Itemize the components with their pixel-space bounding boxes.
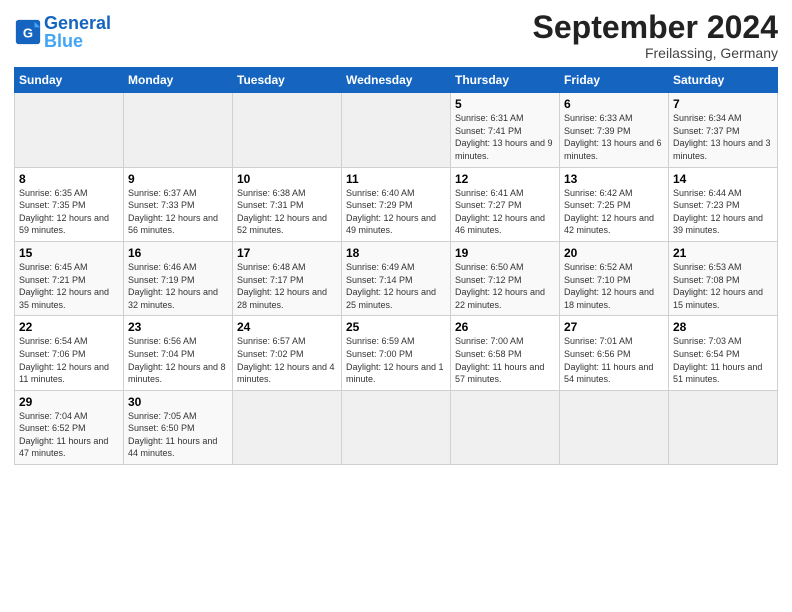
calendar-day-cell: [233, 93, 342, 167]
calendar-week-row: 15Sunrise: 6:45 AMSunset: 7:21 PMDayligh…: [15, 241, 778, 315]
calendar-day-cell: 8Sunrise: 6:35 AMSunset: 7:35 PMDaylight…: [15, 167, 124, 241]
calendar-day-cell: 24Sunrise: 6:57 AMSunset: 7:02 PMDayligh…: [233, 316, 342, 390]
header-monday: Monday: [124, 68, 233, 93]
calendar-day-cell: 7Sunrise: 6:34 AMSunset: 7:37 PMDaylight…: [669, 93, 778, 167]
calendar-table: Sunday Monday Tuesday Wednesday Thursday…: [14, 67, 778, 465]
calendar-day-cell: 22Sunrise: 6:54 AMSunset: 7:06 PMDayligh…: [15, 316, 124, 390]
calendar-day-cell: 9Sunrise: 6:37 AMSunset: 7:33 PMDaylight…: [124, 167, 233, 241]
svg-text:G: G: [23, 26, 33, 41]
logo-icon: G: [14, 18, 42, 46]
calendar-day-cell: 21Sunrise: 6:53 AMSunset: 7:08 PMDayligh…: [669, 241, 778, 315]
calendar-day-cell: 13Sunrise: 6:42 AMSunset: 7:25 PMDayligh…: [560, 167, 669, 241]
header-wednesday: Wednesday: [342, 68, 451, 93]
calendar-day-cell: [669, 390, 778, 464]
calendar-day-cell: 16Sunrise: 6:46 AMSunset: 7:19 PMDayligh…: [124, 241, 233, 315]
calendar-day-cell: [15, 93, 124, 167]
header-tuesday: Tuesday: [233, 68, 342, 93]
calendar-day-cell: [560, 390, 669, 464]
calendar-day-cell: 19Sunrise: 6:50 AMSunset: 7:12 PMDayligh…: [451, 241, 560, 315]
logo: G GeneralBlue: [14, 14, 111, 50]
calendar-day-cell: [124, 93, 233, 167]
calendar-day-cell: 25Sunrise: 6:59 AMSunset: 7:00 PMDayligh…: [342, 316, 451, 390]
calendar-week-row: 29Sunrise: 7:04 AMSunset: 6:52 PMDayligh…: [15, 390, 778, 464]
calendar-day-cell: 30Sunrise: 7:05 AMSunset: 6:50 PMDayligh…: [124, 390, 233, 464]
header-thursday: Thursday: [451, 68, 560, 93]
calendar-day-cell: [233, 390, 342, 464]
calendar-day-cell: 15Sunrise: 6:45 AMSunset: 7:21 PMDayligh…: [15, 241, 124, 315]
calendar-day-cell: 29Sunrise: 7:04 AMSunset: 6:52 PMDayligh…: [15, 390, 124, 464]
calendar-day-cell: 28Sunrise: 7:03 AMSunset: 6:54 PMDayligh…: [669, 316, 778, 390]
calendar-day-cell: [342, 390, 451, 464]
header: G GeneralBlue September 2024 Freilassing…: [14, 10, 778, 61]
calendar-day-cell: [342, 93, 451, 167]
calendar-day-cell: 14Sunrise: 6:44 AMSunset: 7:23 PMDayligh…: [669, 167, 778, 241]
location-text: Freilassing, Germany: [533, 45, 778, 61]
calendar-day-cell: 5Sunrise: 6:31 AMSunset: 7:41 PMDaylight…: [451, 93, 560, 167]
calendar-day-cell: 27Sunrise: 7:01 AMSunset: 6:56 PMDayligh…: [560, 316, 669, 390]
calendar-week-row: 22Sunrise: 6:54 AMSunset: 7:06 PMDayligh…: [15, 316, 778, 390]
header-friday: Friday: [560, 68, 669, 93]
weekday-header-row: Sunday Monday Tuesday Wednesday Thursday…: [15, 68, 778, 93]
calendar-day-cell: 20Sunrise: 6:52 AMSunset: 7:10 PMDayligh…: [560, 241, 669, 315]
calendar-day-cell: 6Sunrise: 6:33 AMSunset: 7:39 PMDaylight…: [560, 93, 669, 167]
calendar-container: G GeneralBlue September 2024 Freilassing…: [0, 0, 792, 475]
calendar-day-cell: 26Sunrise: 7:00 AMSunset: 6:58 PMDayligh…: [451, 316, 560, 390]
calendar-day-cell: 12Sunrise: 6:41 AMSunset: 7:27 PMDayligh…: [451, 167, 560, 241]
calendar-body: 5Sunrise: 6:31 AMSunset: 7:41 PMDaylight…: [15, 93, 778, 465]
logo-text: GeneralBlue: [44, 14, 111, 50]
header-sunday: Sunday: [15, 68, 124, 93]
calendar-day-cell: 18Sunrise: 6:49 AMSunset: 7:14 PMDayligh…: [342, 241, 451, 315]
calendar-day-cell: 17Sunrise: 6:48 AMSunset: 7:17 PMDayligh…: [233, 241, 342, 315]
calendar-day-cell: [451, 390, 560, 464]
calendar-week-row: 5Sunrise: 6:31 AMSunset: 7:41 PMDaylight…: [15, 93, 778, 167]
calendar-day-cell: 23Sunrise: 6:56 AMSunset: 7:04 PMDayligh…: [124, 316, 233, 390]
calendar-day-cell: 10Sunrise: 6:38 AMSunset: 7:31 PMDayligh…: [233, 167, 342, 241]
header-saturday: Saturday: [669, 68, 778, 93]
month-year-title: September 2024: [533, 10, 778, 45]
calendar-day-cell: 11Sunrise: 6:40 AMSunset: 7:29 PMDayligh…: [342, 167, 451, 241]
title-block: September 2024 Freilassing, Germany: [533, 10, 778, 61]
calendar-week-row: 8Sunrise: 6:35 AMSunset: 7:35 PMDaylight…: [15, 167, 778, 241]
